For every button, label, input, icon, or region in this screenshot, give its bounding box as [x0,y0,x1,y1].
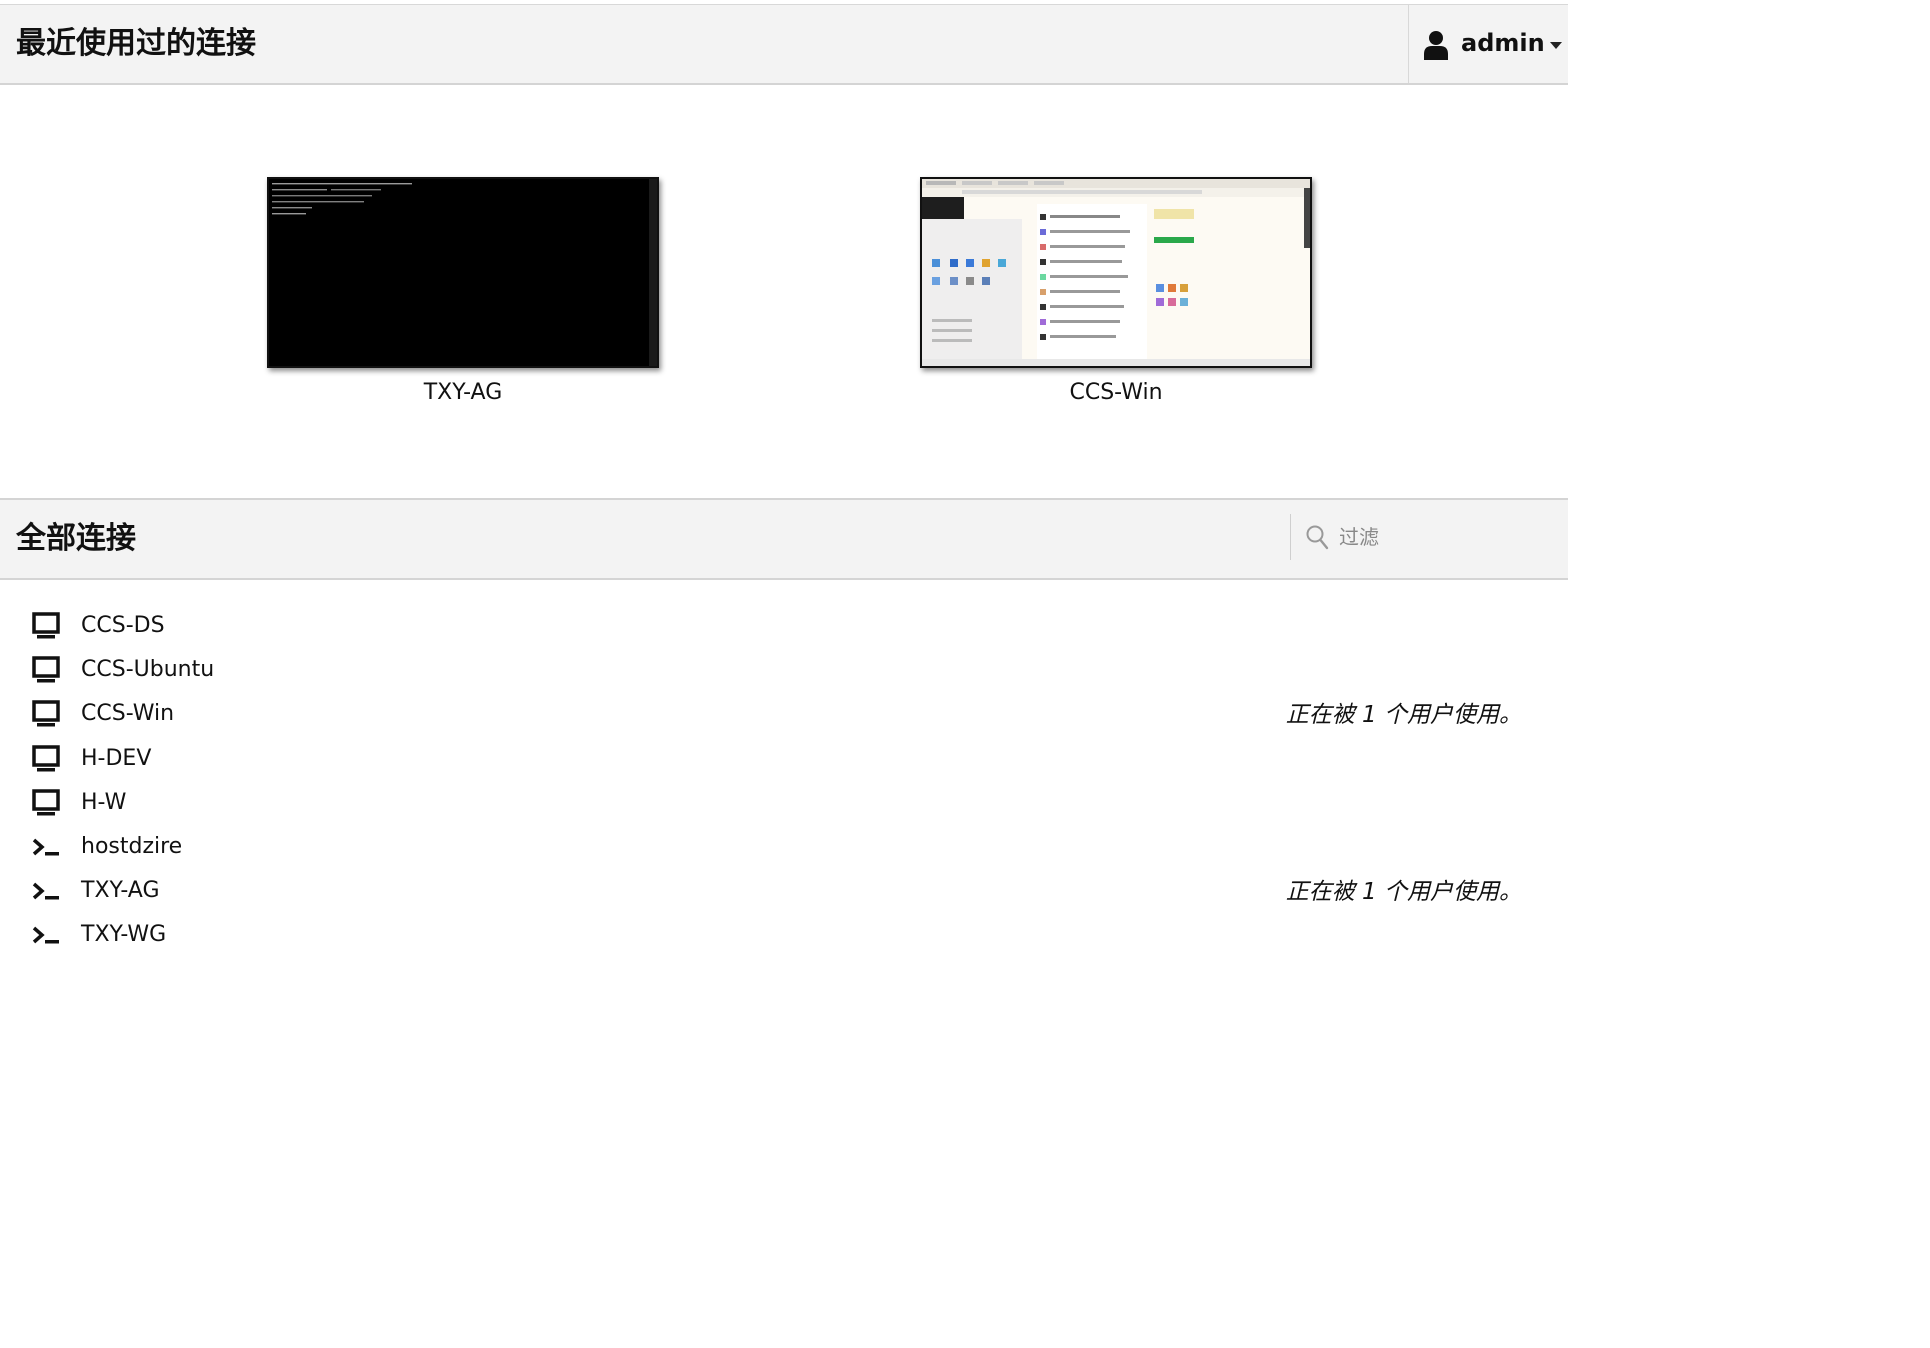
connection-item-hostdzire[interactable]: hostdzire [0,825,1568,869]
recent-connection-ccs-win[interactable]: CCS-Win [920,177,1312,405]
desktop-icon [32,700,60,727]
recent-connection-name: CCS-Win [1069,380,1163,405]
recent-connections-header: 最近使用过的连接 admin [0,4,1568,85]
connection-name: CCS-Ubuntu [81,657,215,683]
connection-list: CCS-DS CCS-Ubuntu CCS-Win 正在被 1 个用户使用。 H… [0,604,1568,958]
all-connections-header: 全部连接 [0,498,1568,580]
desktop-icon [32,612,60,639]
user-icon [1424,31,1448,60]
connection-thumbnail-terminal[interactable] [267,177,659,368]
desktop-preview [922,179,1310,366]
connection-thumbnail-desktop[interactable] [920,177,1312,368]
user-menu-button[interactable]: admin [1408,5,1568,83]
connection-item-txy-wg[interactable]: TXY-WG [0,913,1568,957]
filter-box [1290,514,1569,560]
username: admin [1461,29,1545,57]
connection-item-ccs-ds[interactable]: CCS-DS [0,604,1568,648]
connection-item-h-dev[interactable]: H-DEV [0,737,1568,781]
connection-status: 正在被 1 个用户使用。 [1285,879,1522,906]
recent-connection-name: TXY-AG [423,380,503,405]
terminal-icon [32,838,59,856]
connection-item-h-w[interactable]: H-W [0,781,1568,825]
connection-name: hostdzire [81,833,183,859]
connection-item-txy-ag[interactable]: TXY-AG 正在被 1 个用户使用。 [0,869,1568,913]
recent-connections-title: 最近使用过的连接 [16,26,256,61]
terminal-icon [32,882,59,900]
desktop-icon [32,789,60,816]
terminal-preview [269,179,657,366]
recent-connections-area: TXY-AG CCS-Win [0,85,1568,498]
recent-connection-txy-ag[interactable]: TXY-AG [267,177,659,405]
connection-name: H-DEV [81,745,152,771]
connection-name: CCS-Win [81,701,175,727]
connection-name: CCS-DS [81,613,165,638]
desktop-icon [32,744,60,772]
filter-input[interactable] [1337,520,1561,554]
connection-name: TXY-WG [81,922,167,948]
search-icon [1306,525,1329,550]
terminal-icon [32,926,59,944]
connection-name: H-W [81,789,127,815]
connection-name: TXY-AG [81,878,160,904]
caret-down-icon [1550,42,1562,49]
connection-item-ccs-ubuntu[interactable]: CCS-Ubuntu [0,648,1568,692]
all-connections-title: 全部连接 [16,521,136,556]
connection-status: 正在被 1 个用户使用。 [1285,702,1522,729]
connection-item-ccs-win[interactable]: CCS-Win 正在被 1 个用户使用。 [0,692,1568,736]
desktop-icon [32,656,60,683]
